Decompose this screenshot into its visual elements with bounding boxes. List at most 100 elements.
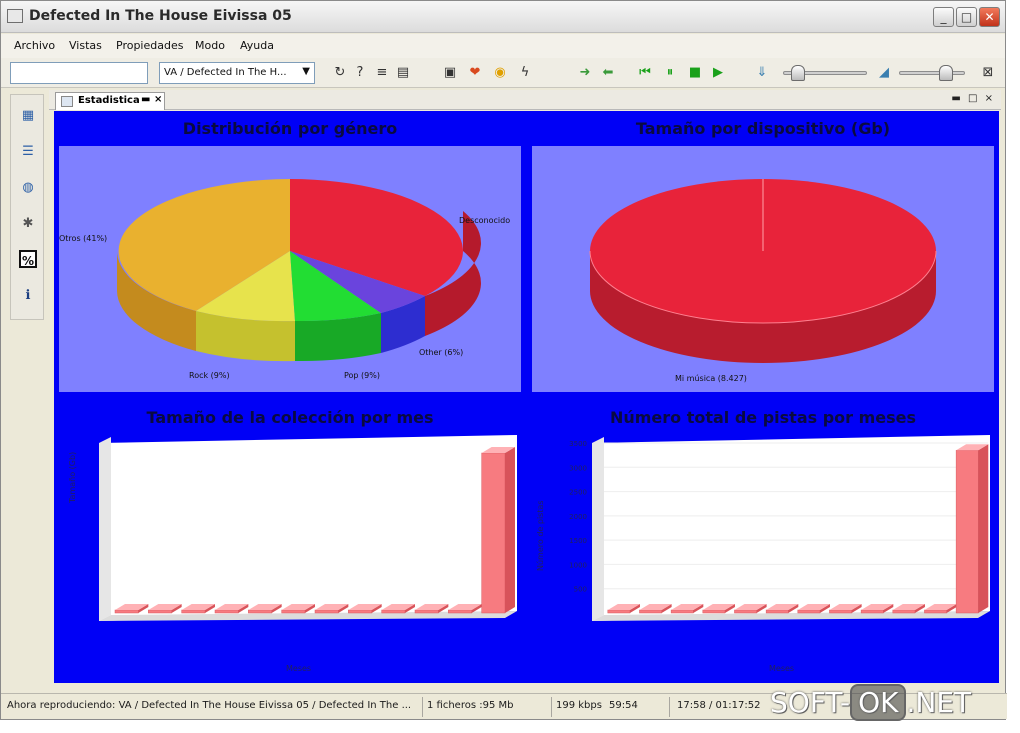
playlist-icon[interactable]: ☰ [19,143,37,161]
pie-label-desconocido: Desconocido [459,216,511,225]
arrow-right-icon[interactable]: ➜ [576,64,594,82]
collection-bar-chart [99,435,517,621]
time-left-text: 59:54 [609,700,638,711]
menu-archivo[interactable]: Archivo [14,39,55,52]
volume-slider[interactable] [899,71,965,75]
pie-label-other: Other (6%) [419,348,464,357]
navigator-icon[interactable]: ▦ [19,107,37,125]
pie-label-rock: Rock (9%) [189,371,230,380]
arrow-left-icon[interactable]: ⬅ [599,64,617,82]
info-icon[interactable]: ℹ [19,287,37,305]
statistics-canvas: Distribución por género Desconocido Otro… [54,111,999,683]
chevron-down-icon: ▼ [302,66,310,77]
heart-icon[interactable]: ❤ [466,64,484,82]
tracks-ytick-3500: 3500 [569,440,587,448]
close-tab-icon[interactable]: × [154,94,162,105]
bar-4 [214,609,239,614]
tracks-ytick-1000: 1000 [569,561,587,569]
tracks-ytick-2000: 2000 [569,513,587,521]
menu-ayuda[interactable]: Ayuda [240,39,274,52]
menu-modo[interactable]: Modo [195,39,225,52]
bar-1 [607,609,631,614]
tools-icon[interactable]: ✱ [19,215,37,233]
tab-estadistica[interactable]: Estadistica ▬ × [55,92,165,110]
bar-8 [829,609,852,614]
volume-slider-knob[interactable] [939,65,953,81]
collection-ylabel: Tamaño (Gb) [68,451,77,503]
watermark-right: .NET [906,686,972,719]
equalizer-icon[interactable]: ≡ [373,64,391,82]
window-icon[interactable]: ▣ [441,64,459,82]
left-tool-panel: ▦ ☰ ◍ ✱ % ℹ [10,94,44,320]
menu-propiedades[interactable]: Propiedades [116,39,183,52]
tracks-plot-back [592,435,990,621]
tracks-chart-title: Número total de pistas por meses [609,408,917,427]
bar-2 [148,609,172,614]
view-controls[interactable]: ▬ □ × [951,93,995,104]
pause-icon[interactable]: ⏸ [661,64,679,82]
track-select[interactable]: VA / Defected In The H... ▼ [159,62,315,84]
bar-11 [924,609,947,614]
bar-6 [281,609,306,614]
minimize-tab-icon[interactable]: ▬ [141,94,150,105]
bar-3 [181,609,206,614]
bar-7 [314,609,339,614]
genre-plot-area: Desconocido Otros (41%) Rock (9%) Pop (9… [59,146,521,392]
globe-icon[interactable]: ◍ [19,179,37,197]
window-title: Defected In The House Eivissa 05 [29,8,292,24]
toolbar: VA / Defected In The H... ▼ ↻ ? ≡ ▤ ▣ ❤ … [1,58,1005,88]
bar-4 [702,609,726,614]
document-icon[interactable]: ▤ [394,64,412,82]
lightning-icon[interactable]: ϟ [516,64,534,82]
close-button[interactable]: ✕ [979,7,1000,27]
app-window: Defected In The House Eivissa 05 _ □ ✕ A… [0,0,1007,720]
pie-label-mi-musica: Mi música (8.427) [675,374,747,383]
tracks-yticks: 3500 3000 2500 2000 1500 1000 500 [569,440,587,594]
collection-chart-title: Tamaño de la colección por mes [146,408,434,427]
shield-icon[interactable]: ◉ [491,64,509,82]
genre-chart-title: Distribución por género [182,119,398,138]
bar-1 [114,609,139,614]
title-bar: Defected In The House Eivissa 05 _ □ ✕ [1,1,1005,33]
download-icon[interactable]: ⇓ [753,64,771,82]
bar-7 [797,609,821,614]
tracks-ytick-1500: 1500 [569,537,587,545]
progress-text: 17:58 / 01:17:52 [677,700,761,711]
device-pie-chart [589,179,937,363]
tab-strip: Estadistica ▬ × ▬ □ × [49,90,1001,110]
volume-icon[interactable]: ◢ [875,64,893,82]
tracks-ytick-3000: 3000 [569,464,587,472]
collection-xlabel: Meses [286,664,312,673]
mute-icon[interactable]: ⊠ [979,64,997,82]
bitrate-text: 199 kbps [556,700,602,711]
bar-5 [734,609,757,614]
collection-plot-back [99,435,517,621]
search-input[interactable] [10,62,148,84]
previous-icon[interactable]: ⏮ [636,64,654,82]
app-icon [7,9,23,23]
seek-slider-knob[interactable] [791,65,805,81]
bar-11 [448,609,472,614]
bar-10 [414,609,439,614]
watermark-left: SOFT- [770,686,851,719]
minimize-button[interactable]: _ [933,7,954,27]
bar-10 [892,609,916,614]
tracks-bar-chart: 3500 3000 2500 2000 1500 1000 500 [569,435,990,621]
statistics-icon[interactable]: % [19,250,37,268]
bar-side-12 [505,447,515,613]
statistics-tab-icon [61,96,73,107]
pie-label-pop: Pop (9%) [344,371,380,380]
bar-8 [348,609,372,614]
bar-9 [381,609,406,614]
watermark-box: OK [850,684,907,721]
play-icon[interactable]: ▶ [709,64,727,82]
menu-vistas[interactable]: Vistas [69,39,102,52]
bar-side-12 [978,444,989,613]
repeat-icon[interactable]: ↻ [331,64,349,82]
pie-label-otros: Otros (41%) [59,234,108,243]
bar-3 [670,609,694,614]
stop-icon[interactable]: ■ [686,64,704,82]
help-icon[interactable]: ? [351,64,369,82]
tracks-ytick-500: 500 [574,586,587,594]
maximize-button[interactable]: □ [956,7,977,27]
